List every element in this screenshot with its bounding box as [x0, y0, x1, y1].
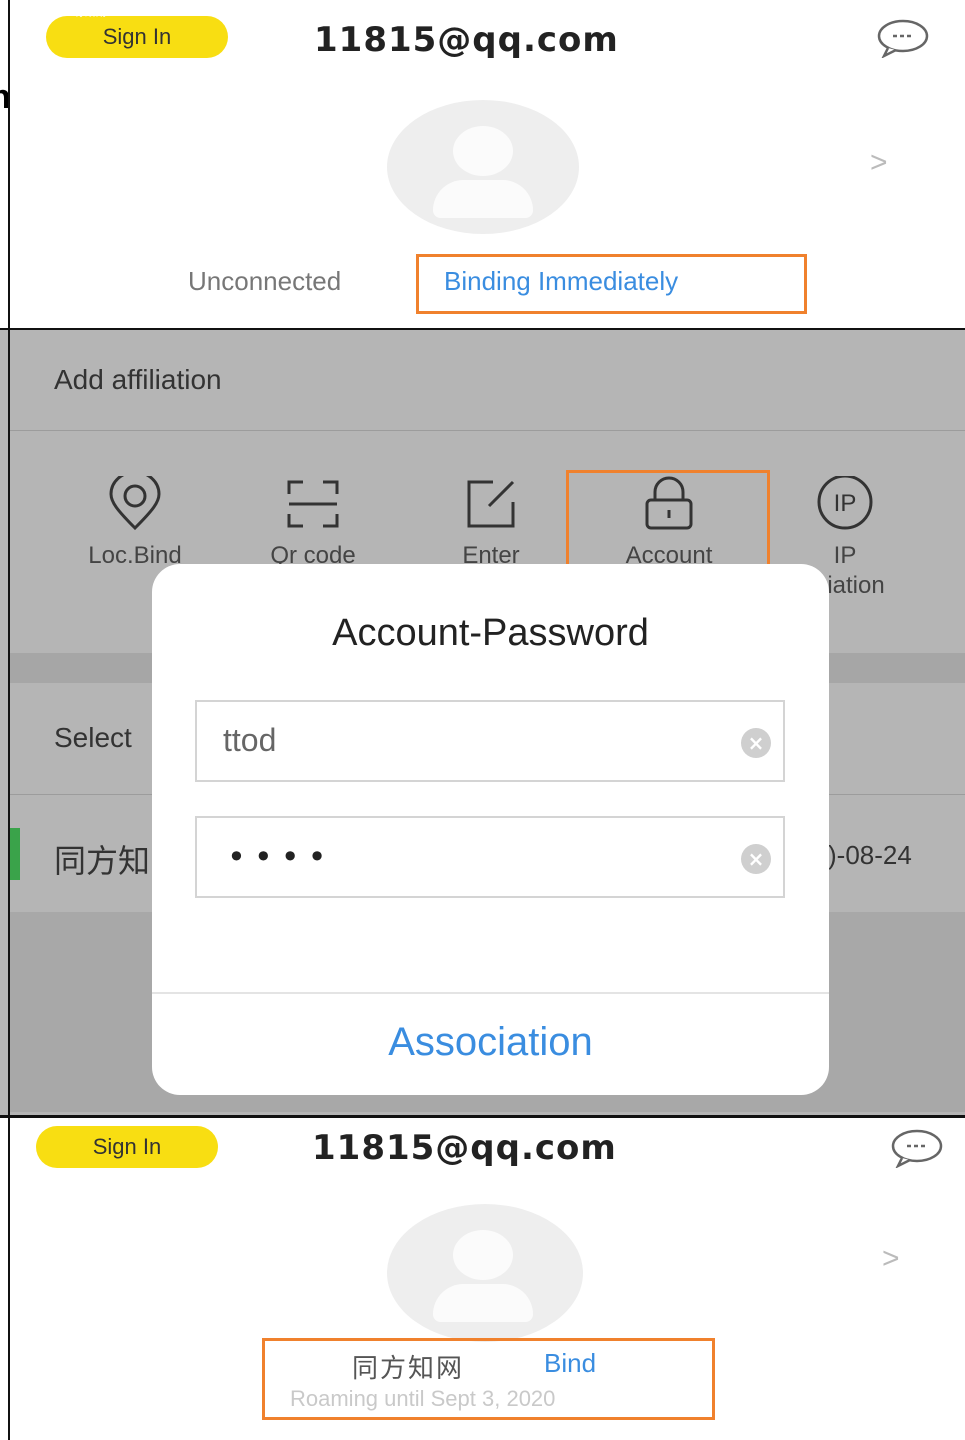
option-enter[interactable]: Enter — [406, 476, 576, 570]
dialog-title: Account-Password — [332, 612, 649, 654]
sign-in-label: Sign In — [92, 1134, 162, 1159]
qr-scan-icon — [287, 480, 339, 528]
username-field[interactable]: ttod × — [195, 700, 785, 782]
svg-text:IP: IP — [834, 490, 857, 517]
association-button[interactable]: Association — [152, 1020, 829, 1065]
password-field[interactable]: •••• × — [195, 816, 785, 898]
highlight-box — [262, 1338, 715, 1420]
edit-icon — [467, 480, 515, 528]
chevron-right-icon[interactable]: > — [882, 1242, 900, 1276]
clear-username-icon[interactable]: × — [741, 728, 771, 758]
message-icon[interactable] — [876, 18, 930, 58]
account-email: 11815@qq.com — [314, 20, 619, 60]
screen1-profile-panel: Sign In 有效期2020 11815@qq.com > Unconnect… — [0, 0, 965, 328]
affiliation-row-name: 同方知 — [54, 842, 151, 880]
screen3-profile-bound-panel: Sign In 11815@qq.com > 同方知网 Bind Roaming… — [0, 1118, 965, 1440]
avatar-icon[interactable] — [387, 1204, 583, 1342]
screen2-add-affiliation-panel: Add affiliation Loc.Bind Qr code Enter A… — [0, 328, 965, 1118]
option-location-bind[interactable]: Loc.Bind — [50, 476, 220, 570]
clear-password-icon[interactable]: × — [741, 844, 771, 874]
avatar-icon[interactable] — [387, 100, 579, 234]
highlight-box — [416, 254, 807, 314]
password-value: •••• — [227, 838, 335, 876]
sign-in-button[interactable]: Sign In — [36, 1126, 218, 1168]
location-pin-icon — [109, 476, 161, 531]
sign-in-button[interactable]: Sign In — [46, 16, 228, 58]
sign-in-tag: 有效期2020 — [74, 8, 134, 19]
option-qr-code[interactable]: Qr code — [228, 476, 398, 570]
connection-status: Unconnected — [188, 266, 342, 296]
ip-icon: IP — [817, 476, 873, 530]
chevron-right-icon[interactable]: > — [870, 146, 888, 180]
add-affiliation-title: Add affiliation — [54, 364, 222, 395]
affiliation-row-date: )-08-24 — [828, 840, 912, 870]
account-password-dialog: Account-Password ttod × •••• × Associati… — [152, 564, 829, 1095]
select-label: Select — [54, 722, 132, 753]
selected-indicator — [10, 828, 20, 880]
username-value: ttod — [223, 722, 277, 758]
message-icon[interactable] — [890, 1128, 944, 1168]
account-email: 11815@qq.com — [312, 1128, 617, 1168]
sign-in-label: Sign In — [102, 24, 172, 49]
